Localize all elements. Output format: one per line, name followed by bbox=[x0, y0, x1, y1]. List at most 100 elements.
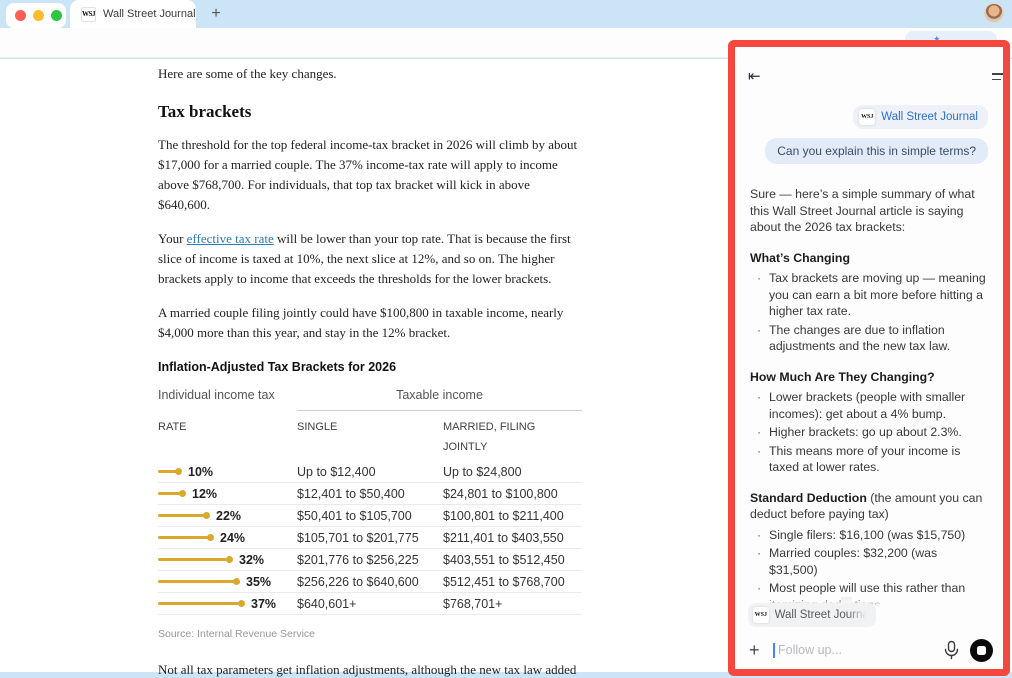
table-row: 12% $12,401 to $50,400 $24,801 to $100,8… bbox=[158, 483, 582, 505]
article-paragraph: The threshold for the top federal income… bbox=[158, 135, 582, 215]
section-heading: What’s Changing bbox=[750, 251, 850, 265]
zoom-window-button[interactable] bbox=[51, 10, 62, 21]
married-range: $512,451 to $768,700 bbox=[443, 572, 582, 592]
window-controls bbox=[6, 3, 66, 28]
assistant-panel: ⇤ WSJ Wall Street Journal Can you explai… bbox=[735, 47, 1003, 669]
table-source: Source: Internal Revenue Service bbox=[158, 624, 582, 644]
rate-value: 35% bbox=[246, 572, 271, 592]
chat-thread: WSJ Wall Street Journal Can you explain … bbox=[735, 105, 1003, 669]
married-range: $24,801 to $100,800 bbox=[443, 484, 582, 504]
wsj-mini-icon: WSJ bbox=[859, 109, 875, 125]
rate-value: 22% bbox=[216, 506, 241, 526]
married-range: $403,551 to $512,450 bbox=[443, 550, 582, 570]
section-how-much: How Much Are They Changing? ·Lower brack… bbox=[750, 369, 988, 476]
effective-tax-rate-link[interactable]: effective tax rate bbox=[187, 231, 274, 246]
rate-bar bbox=[158, 470, 176, 473]
bullet-item: Tax brackets are moving up — meaning you… bbox=[769, 270, 988, 320]
text-caret bbox=[773, 643, 775, 658]
followup-input[interactable]: + Follow up... bbox=[735, 635, 1003, 665]
close-window-button[interactable] bbox=[15, 10, 26, 21]
article-intro: Here are some of the key changes. bbox=[158, 64, 582, 84]
mic-icon[interactable] bbox=[943, 640, 960, 660]
rate-bar bbox=[158, 536, 208, 539]
rate-bar-dot bbox=[207, 534, 214, 541]
married-range: Up to $24,800 bbox=[443, 462, 582, 482]
tax-brackets-table: Inflation-Adjusted Tax Brackets for 2026… bbox=[158, 357, 582, 644]
article-paragraph: Not all tax parameters get inflation adj… bbox=[158, 660, 582, 678]
section-heading: Standard Deduction bbox=[750, 491, 867, 505]
stop-generating-button[interactable] bbox=[970, 639, 993, 662]
rate-bar bbox=[158, 514, 204, 517]
bullet-item: This means more of your income is taxed … bbox=[769, 443, 988, 476]
section-whats-changing: What’s Changing ·Tax brackets are moving… bbox=[750, 250, 988, 355]
rate-value: 12% bbox=[192, 484, 217, 504]
single-range: $50,401 to $105,700 bbox=[297, 506, 443, 526]
married-range: $211,401 to $403,550 bbox=[443, 528, 582, 548]
wsj-favicon: WSJ bbox=[81, 7, 96, 22]
rate-value: 24% bbox=[220, 528, 245, 548]
wsj-mini-icon: WSJ bbox=[753, 607, 769, 623]
bullet-item: Married couples: $32,200 (was $31,500) bbox=[769, 545, 988, 578]
minimize-window-button[interactable] bbox=[33, 10, 44, 21]
user-message: Can you explain this in simple terms? bbox=[765, 138, 988, 164]
column-header-single: SINGLE bbox=[297, 417, 443, 457]
table-row: 24% $105,701 to $201,775 $211,401 to $40… bbox=[158, 527, 582, 549]
paragraph-text: Your bbox=[158, 231, 187, 246]
married-range: $100,801 to $211,400 bbox=[443, 506, 582, 526]
attach-plus-button[interactable]: + bbox=[749, 640, 769, 661]
panel-menu-icon[interactable] bbox=[992, 73, 1003, 83]
rate-value: 10% bbox=[188, 462, 213, 482]
table-title: Inflation-Adjusted Tax Brackets for 2026 bbox=[158, 357, 582, 377]
rate-bar bbox=[158, 602, 239, 605]
bullet-item: Single filers: $16,100 (was $15,750) bbox=[769, 527, 965, 544]
assistant-panel-highlight: ⇤ WSJ Wall Street Journal Can you explai… bbox=[728, 40, 1010, 676]
table-group-right: Taxable income bbox=[297, 385, 582, 411]
assistant-intro: Sure — here’s a simple summary of what t… bbox=[750, 186, 988, 236]
article-paragraph: Your effective tax rate will be lower th… bbox=[158, 229, 582, 289]
single-range: $12,401 to $50,400 bbox=[297, 484, 443, 504]
bullet-item: Lower brackets (people with smaller inco… bbox=[769, 389, 988, 422]
rate-bar bbox=[158, 580, 234, 583]
column-header-married: MARRIED, FILING JOINTLY bbox=[443, 417, 582, 457]
table-row: 10% Up to $12,400 Up to $24,800 bbox=[158, 461, 582, 483]
column-header-rate: RATE bbox=[158, 417, 297, 457]
rate-bar bbox=[158, 558, 227, 561]
tab-title: Wall Street Journal bbox=[103, 8, 196, 20]
single-range: $640,601+ bbox=[297, 594, 443, 614]
user-avatar[interactable] bbox=[984, 3, 1004, 23]
rate-bar-dot bbox=[179, 490, 186, 497]
rate-bar-dot bbox=[203, 512, 210, 519]
married-range: $768,701+ bbox=[443, 594, 582, 614]
heading-tax-brackets: Tax brackets bbox=[158, 102, 582, 122]
table-row: 22% $50,401 to $105,700 $100,801 to $211… bbox=[158, 505, 582, 527]
new-tab-button[interactable]: + bbox=[205, 3, 227, 25]
section-heading: How Much Are They Changing? bbox=[750, 370, 935, 384]
single-range: $256,226 to $640,600 bbox=[297, 572, 443, 592]
rate-bar-dot bbox=[238, 600, 245, 607]
tab-bar: WSJ Wall Street Journal + bbox=[0, 0, 1012, 28]
article-body: Here are some of the key changes. Tax br… bbox=[158, 64, 582, 678]
bullet-item: The changes are due to inflation adjustm… bbox=[769, 322, 988, 355]
tab-wall-street-journal[interactable]: WSJ Wall Street Journal bbox=[70, 0, 196, 28]
single-range: Up to $12,400 bbox=[297, 462, 443, 482]
table-row: 35% $256,226 to $640,600 $512,451 to $76… bbox=[158, 571, 582, 593]
single-range: $201,776 to $256,225 bbox=[297, 550, 443, 570]
rate-value: 32% bbox=[239, 550, 264, 570]
composer-context-chip[interactable]: WSJ Wall Street Journal bbox=[748, 603, 876, 627]
rate-bar bbox=[158, 492, 180, 495]
rate-bar-dot bbox=[233, 578, 240, 585]
composer-chip-label: Wall Street Journal bbox=[775, 609, 868, 621]
rate-bar-dot bbox=[226, 556, 233, 563]
composer: WSJ Wall Street Journal + Follow up... bbox=[735, 595, 1003, 669]
bullet-item: Higher brackets: go up about 2.3%. bbox=[769, 424, 962, 441]
context-chip-label: Wall Street Journal bbox=[881, 111, 978, 123]
context-source-chip[interactable]: WSJ Wall Street Journal bbox=[853, 105, 988, 129]
table-row: 37% $640,601+ $768,701+ bbox=[158, 593, 582, 615]
collapse-panel-icon[interactable]: ⇤ bbox=[748, 67, 761, 85]
rate-value: 37% bbox=[251, 594, 276, 614]
input-placeholder: Follow up... bbox=[778, 643, 943, 657]
single-range: $105,701 to $201,775 bbox=[297, 528, 443, 548]
table-group-left: Individual income tax bbox=[158, 385, 297, 411]
table-row: 32% $201,776 to $256,225 $403,551 to $51… bbox=[158, 549, 582, 571]
rate-bar-dot bbox=[175, 468, 182, 475]
